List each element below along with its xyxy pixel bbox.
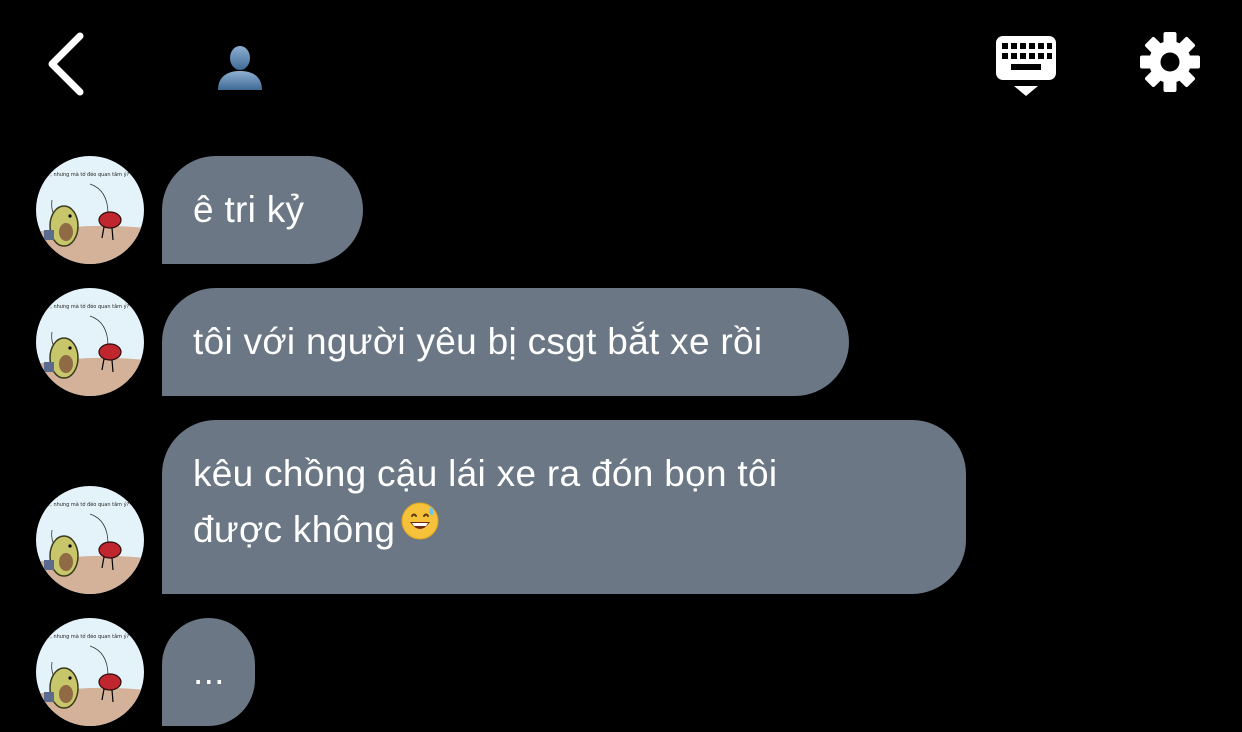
message-text: được không xyxy=(193,509,396,550)
avatar-caption: Ừ, nhưng mà tớ đéo quan tâm ý? xyxy=(46,303,130,310)
avatar-caption: Ừ, nhưng mà tớ đéo quan tâm ý? xyxy=(46,171,130,178)
message-bubble[interactable]: kêu chồng cậu lái xe ra đón bọn tôi được… xyxy=(162,420,966,594)
avatar-image: Ừ, nhưng mà tớ đéo quan tâm ý? xyxy=(36,288,144,396)
grinning-face-with-sweat-icon xyxy=(401,500,439,556)
sender-avatar[interactable]: Ừ, nhưng mà tớ đéo quan tâm ý? xyxy=(36,156,144,264)
message-text: ... xyxy=(193,651,225,692)
avatar-image: Ừ, nhưng mà tớ đéo quan tâm ý? xyxy=(36,486,144,594)
message-text: ê tri kỷ xyxy=(193,189,305,230)
message-bubble[interactable]: tôi với người yêu bị csgt bắt xe rồi xyxy=(162,288,849,396)
avatar-image: Ừ, nhưng mà tớ đéo quan tâm ý? xyxy=(36,156,144,264)
message-text-line-2: được không xyxy=(193,502,936,558)
sender-avatar[interactable]: Ừ, nhưng mà tớ đéo quan tâm ý? xyxy=(36,288,144,396)
sender-avatar[interactable]: Ừ, nhưng mà tớ đéo quan tâm ý? xyxy=(36,618,144,726)
sender-avatar[interactable]: Ừ, nhưng mà tớ đéo quan tâm ý? xyxy=(36,486,144,594)
message-bubble[interactable]: ... xyxy=(162,618,255,726)
message-text: tôi với người yêu bị csgt bắt xe rồi xyxy=(193,321,763,362)
avatar-image: Ừ, nhưng mà tớ đéo quan tâm ý? xyxy=(36,618,144,726)
message-bubble[interactable]: ê tri kỷ xyxy=(162,156,363,264)
message-text-line-1: kêu chồng cậu lái xe ra đón bọn tôi xyxy=(193,453,778,494)
avatar-caption: Ừ, nhưng mà tớ đéo quan tâm ý? xyxy=(46,501,130,508)
avatar-caption: Ừ, nhưng mà tớ đéo quan tâm ý? xyxy=(46,633,130,640)
message-list: Ừ, nhưng mà tớ đéo quan tâm ý? ê tri kỷ … xyxy=(0,0,1242,732)
